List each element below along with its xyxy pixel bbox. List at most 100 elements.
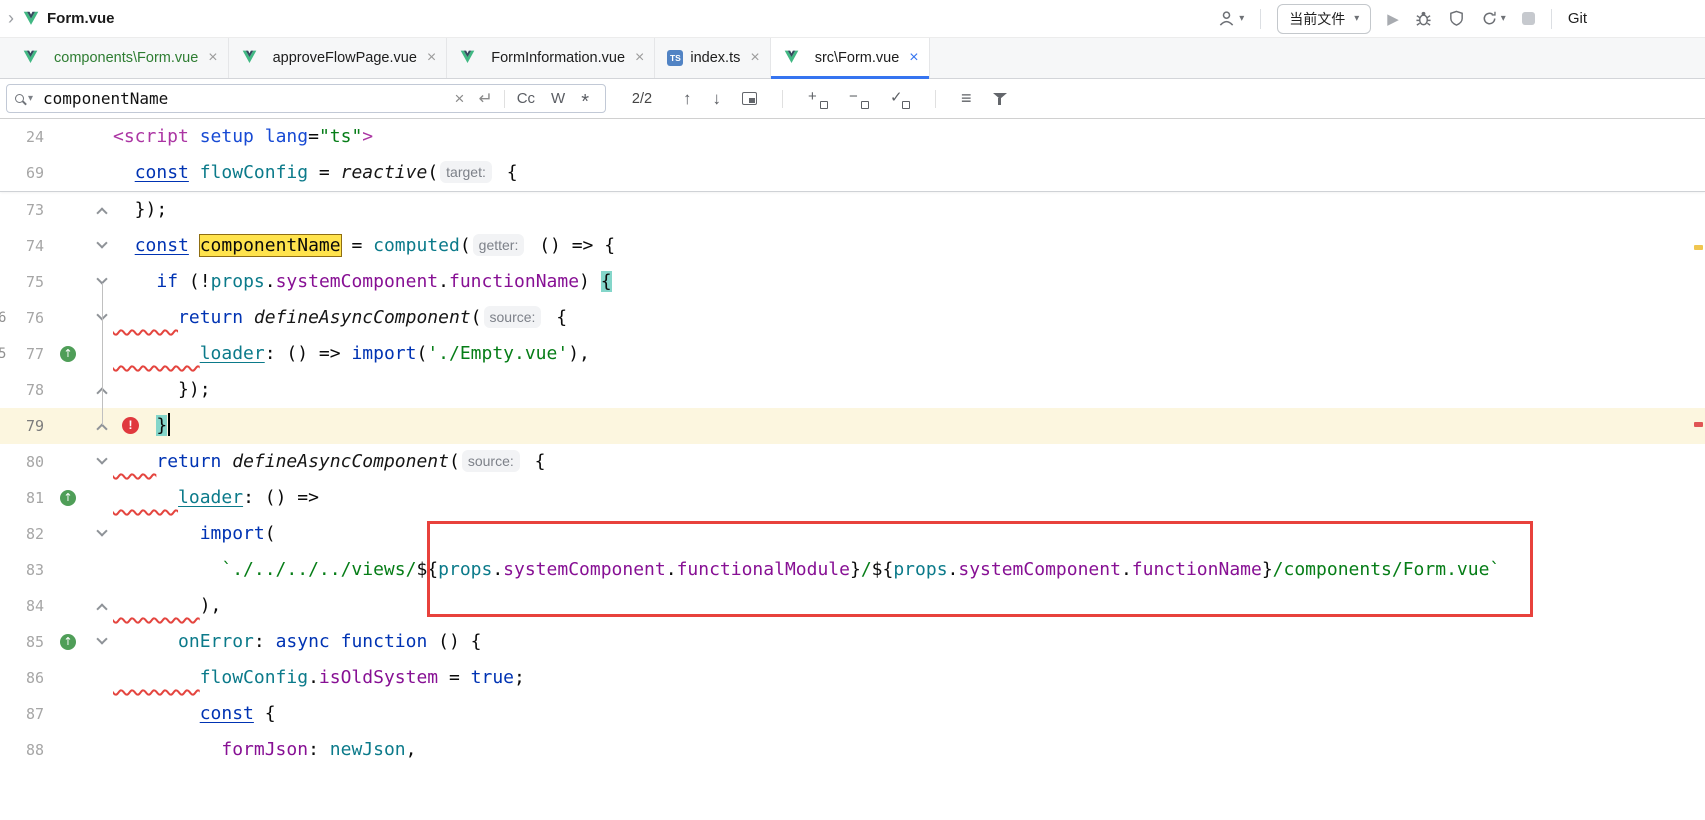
code-line[interactable]: 24 <script setup lang="ts"> [0, 119, 1705, 155]
code-line[interactable]: 80 return defineAsyncComponent(source: { [0, 444, 1705, 480]
code-text[interactable]: `./../../../views/${props.systemComponen… [113, 552, 1500, 588]
line-number[interactable]: 78 [0, 372, 44, 408]
code-text[interactable]: if (!props.systemComponent.functionName)… [113, 264, 612, 300]
line-number[interactable]: 74 [0, 228, 44, 264]
line-number[interactable]: 79 [0, 408, 44, 444]
select-all-occurrences-icon[interactable]: ✓ [890, 89, 910, 109]
remove-selection-icon[interactable]: − [849, 89, 869, 109]
line-number[interactable]: 73 [0, 192, 44, 228]
previous-match-icon[interactable]: ↑ [683, 89, 692, 109]
code-text[interactable]: <script setup lang="ts"> [113, 119, 373, 155]
line-number[interactable]: 86 [0, 660, 44, 696]
fold-down-icon[interactable] [98, 264, 112, 300]
code-line[interactable]: 775↑ loader: () => import('./Empty.vue')… [0, 336, 1705, 372]
git-widget[interactable]: Git [1568, 10, 1587, 27]
insert-newline-icon[interactable]: ↵ [471, 89, 499, 109]
code-text[interactable]: } [113, 408, 170, 444]
fold-down-icon[interactable] [98, 624, 112, 660]
close-icon[interactable]: × [427, 49, 436, 67]
code-text[interactable]: ), [113, 588, 221, 624]
add-selection-icon[interactable]: + [808, 89, 828, 109]
code-line[interactable]: 83 `./../../../views/${props.systemCompo… [0, 552, 1705, 588]
line-number[interactable]: 82 [0, 516, 44, 552]
next-match-icon[interactable]: ↓ [713, 89, 722, 109]
fold-down-icon[interactable] [98, 444, 112, 480]
regex-toggle[interactable]: * [573, 91, 597, 107]
code-text[interactable]: }); [113, 192, 167, 228]
editor[interactable]: 24<script setup lang="ts">69 const flowC… [0, 119, 1705, 820]
fold-up-icon[interactable] [98, 588, 112, 624]
code-line[interactable]: 75 if (!props.systemComponent.functionNa… [0, 264, 1705, 300]
code-text[interactable]: const componentName = computed(getter: (… [113, 228, 615, 264]
search-query-text[interactable]: componentName [43, 89, 168, 108]
run-config-selector[interactable]: 当前文件 ▾ [1277, 4, 1371, 34]
debug-icon[interactable] [1415, 10, 1432, 27]
line-number[interactable]: 75 [0, 264, 44, 300]
match-case-toggle[interactable]: Cc [509, 90, 543, 107]
code-text[interactable]: flowConfig.isOldSystem = true; [113, 660, 525, 696]
line-number[interactable]: 80 [0, 444, 44, 480]
code-line[interactable]: 84 ), [0, 588, 1705, 624]
fold-down-icon[interactable] [98, 228, 112, 264]
code-text[interactable]: }); [113, 372, 211, 408]
fold-up-icon[interactable] [98, 192, 112, 228]
close-icon[interactable]: × [909, 49, 918, 67]
whole-words-toggle[interactable]: W [543, 90, 573, 107]
code-text[interactable]: onError: async function () { [113, 624, 482, 660]
line-number[interactable]: 69 [0, 155, 44, 191]
code-line[interactable]: 87 const { [0, 696, 1705, 732]
close-icon[interactable]: × [208, 49, 217, 67]
tab-approveflowpage-vue[interactable]: approveFlowPage.vue × [229, 38, 448, 78]
line-number[interactable]: 81 [0, 480, 44, 516]
code-line[interactable]: 766 return defineAsyncComponent(source: … [0, 300, 1705, 336]
run-button[interactable]: ▶ [1387, 10, 1399, 28]
code-line[interactable]: 78 }); [0, 372, 1705, 408]
tab-src-form-vue[interactable]: src\Form.vue × [771, 38, 930, 78]
code-line[interactable]: 81 ↑ loader: () => [0, 480, 1705, 516]
code-text[interactable]: return defineAsyncComponent(source: { [113, 300, 567, 336]
search-history-chevron-icon[interactable]: ▾ [28, 93, 33, 104]
line-number[interactable]: 76 [0, 300, 44, 336]
code-text[interactable]: formJson: newJson, [113, 732, 416, 768]
code-line[interactable]: 74 const componentName = computed(getter… [0, 228, 1705, 264]
close-icon[interactable]: × [635, 49, 644, 67]
clear-search-icon[interactable]: × [448, 89, 472, 109]
tab-index-ts[interactable]: TS index.ts × [655, 38, 770, 78]
code-line[interactable]: 69 const flowConfig = reactive(target: { [0, 155, 1705, 191]
stop-icon[interactable] [1522, 12, 1535, 25]
search-input[interactable]: ▾ componentName × ↵ Cc W * [6, 84, 606, 113]
tab-forminformation-vue[interactable]: FormInformation.vue × [447, 38, 655, 78]
code-line[interactable]: 85↑ onError: async function () { [0, 624, 1705, 660]
view-options-icon[interactable]: ≡ [961, 88, 972, 109]
gutter-arrow-icon[interactable]: ↑ [60, 490, 76, 506]
gutter-arrow-icon[interactable]: ↑ [60, 634, 76, 650]
code-text[interactable]: import( [113, 516, 276, 552]
code-line[interactable]: 88 formJson: newJson, [0, 732, 1705, 768]
code-line[interactable]: 79! } [0, 408, 1705, 444]
filter-icon[interactable] [993, 92, 1007, 106]
code-text[interactable]: return defineAsyncComponent(source: { [113, 444, 545, 480]
fold-down-icon[interactable] [98, 300, 112, 336]
fold-up-icon[interactable] [98, 372, 112, 408]
line-number[interactable]: 87 [0, 696, 44, 732]
line-number[interactable]: 83 [0, 552, 44, 588]
open-in-find-window-icon[interactable] [742, 92, 757, 105]
coverage-icon[interactable] [1448, 10, 1465, 27]
code-with-me-icon[interactable]: ▾ [1217, 9, 1244, 28]
line-number[interactable]: 77 [0, 336, 44, 372]
code-text[interactable]: loader: () => [113, 480, 319, 516]
tab-components-form-vue[interactable]: components\Form.vue × [10, 38, 229, 78]
line-number[interactable]: 88 [0, 732, 44, 768]
code-text[interactable]: const flowConfig = reactive(target: { [113, 155, 518, 191]
window-chevron-icon[interactable]: › [8, 8, 14, 29]
line-number[interactable]: 24 [0, 119, 44, 155]
code-text[interactable]: loader: () => import('./Empty.vue'), [113, 336, 590, 372]
fold-down-icon[interactable] [98, 516, 112, 552]
code-line[interactable]: 82 import( [0, 516, 1705, 552]
rerun-icon[interactable]: ▾ [1481, 10, 1506, 27]
fold-up-icon[interactable] [98, 408, 112, 444]
code-text[interactable]: const { [113, 696, 276, 732]
gutter-arrow-icon[interactable]: ↑ [60, 346, 76, 362]
code-line[interactable]: 86 flowConfig.isOldSystem = true; [0, 660, 1705, 696]
close-icon[interactable]: × [750, 49, 759, 67]
